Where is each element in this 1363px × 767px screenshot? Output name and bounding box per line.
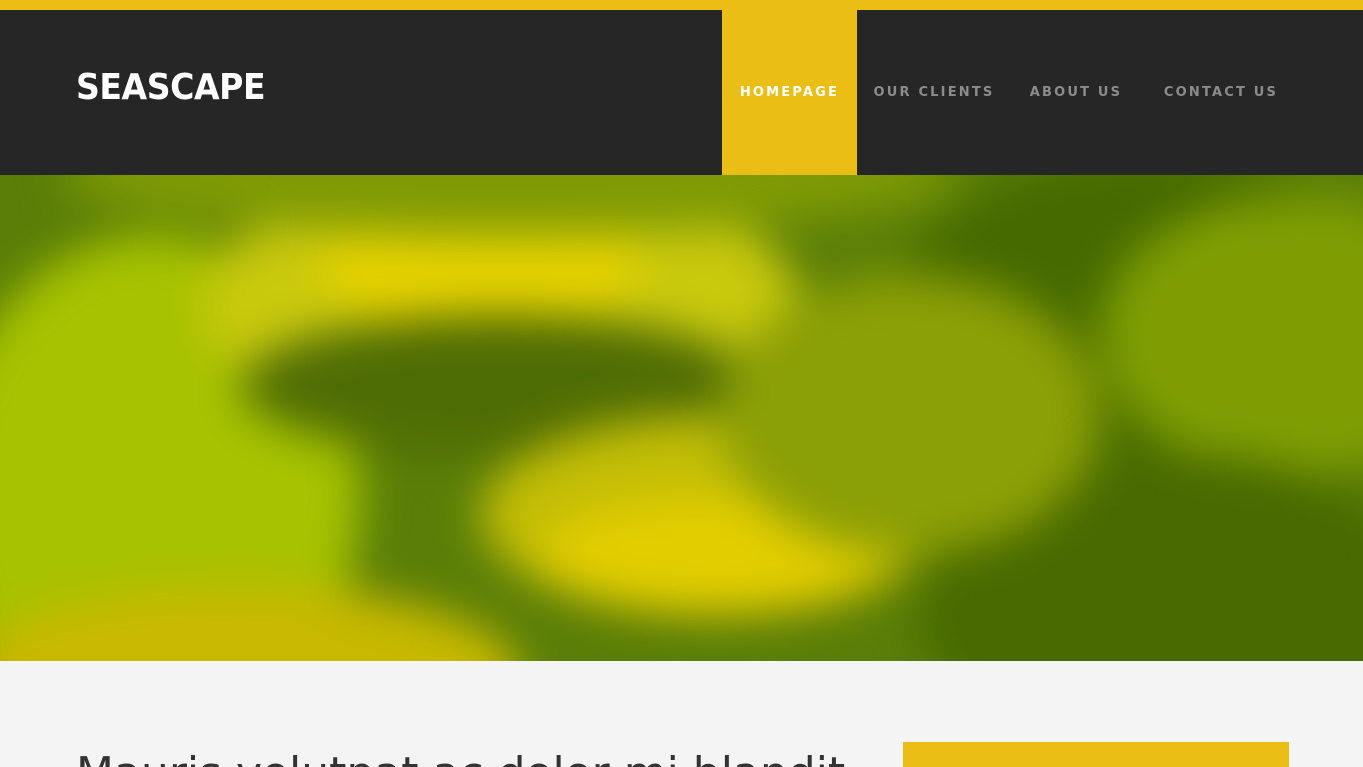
nav-item-about-us[interactable]: ABOUT US [1011, 10, 1141, 175]
content-heading: Mauris volutpat ac dolor mi blandit [76, 749, 845, 767]
main-content: Mauris volutpat ac dolor mi blandit [0, 661, 1363, 767]
site-header: SEASCAPE HOMEPAGE OUR CLIENTS ABOUT US C… [0, 10, 1363, 175]
nav-item-contact-us[interactable]: CONTACT US [1141, 10, 1301, 175]
sidebar-box [903, 742, 1289, 767]
top-accent-bar [0, 0, 1363, 10]
nav-item-homepage[interactable]: HOMEPAGE [722, 10, 857, 175]
hero-image [0, 175, 1363, 661]
site-logo[interactable]: SEASCAPE [76, 66, 266, 110]
hero-banner [0, 175, 1363, 661]
main-nav: HOMEPAGE OUR CLIENTS ABOUT US CONTACT US [722, 10, 1301, 175]
nav-item-our-clients[interactable]: OUR CLIENTS [857, 10, 1011, 175]
